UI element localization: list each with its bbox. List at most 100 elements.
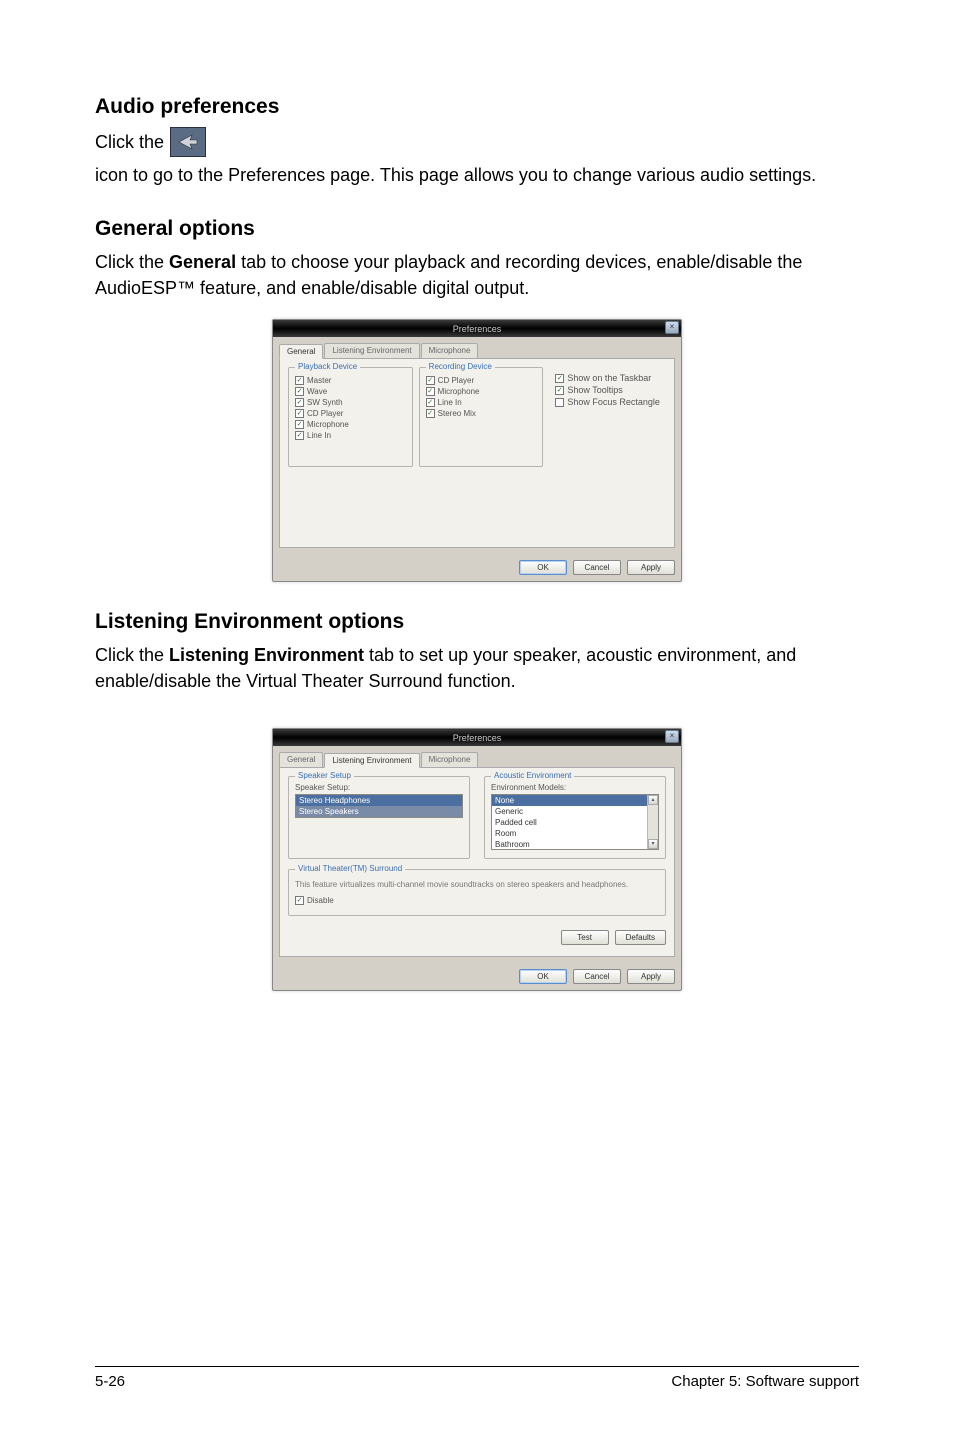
checkbox-icon[interactable]: ✓ (295, 398, 304, 407)
cancel-button[interactable]: Cancel (573, 560, 621, 575)
tab-microphone[interactable]: Microphone (421, 343, 479, 358)
speaker-setup-list[interactable]: Stereo Headphones Stereo Speakers (295, 794, 463, 818)
checkbox-icon[interactable]: ✓ (295, 896, 304, 905)
dialog-button-row: OK Cancel Apply (273, 554, 681, 581)
dialog-title-bar: Preferences × (273, 320, 681, 337)
playback-opt[interactable]: ✓Line In (295, 431, 406, 440)
checkbox-icon[interactable]: ✓ (295, 409, 304, 418)
scrollbar[interactable]: ▴ ▾ (647, 795, 658, 849)
playback-opt[interactable]: ✓Master (295, 376, 406, 385)
opt-label: Show Tooltips (567, 385, 622, 395)
tab-strip: General Listening Environment Microphone (279, 343, 675, 359)
list-item[interactable]: None (492, 795, 658, 806)
listening-env-section: Listening Environment options Click the … (95, 610, 859, 991)
audio-prefs-heading: Audio preferences (95, 95, 859, 119)
playback-opt[interactable]: ✓SW Synth (295, 398, 406, 407)
list-item[interactable]: Stereo Speakers (296, 806, 462, 817)
ok-button[interactable]: OK (519, 560, 567, 575)
checkbox-icon[interactable]: ✓ (426, 398, 435, 407)
close-icon[interactable]: × (665, 730, 679, 743)
acoustic-env-group: Acoustic Environment Environment Models:… (484, 776, 666, 859)
checkbox-icon[interactable]: ✓ (426, 409, 435, 418)
checkbox-icon[interactable]: ✓ (295, 387, 304, 396)
recording-opt[interactable]: ✓Line In (426, 398, 537, 407)
preferences-dialog-general: Preferences × General Listening Environm… (272, 319, 682, 582)
opt-label: Microphone (438, 387, 480, 396)
playback-opt[interactable]: ✓Microphone (295, 420, 406, 429)
preferences-dialog-listening: Preferences × General Listening Environm… (272, 728, 682, 991)
opt-label: Microphone (307, 420, 349, 429)
list-item[interactable]: Room (492, 828, 658, 839)
apply-button[interactable]: Apply (627, 560, 675, 575)
general-heading: General options (95, 217, 859, 241)
chapter-label: Chapter 5: Software support (671, 1373, 859, 1390)
checkbox-icon[interactable]: ✓ (426, 376, 435, 385)
test-defaults-row: Test Defaults (288, 930, 666, 945)
checkbox-icon[interactable]: ✓ (295, 431, 304, 440)
general-body-pre: Click the (95, 252, 169, 272)
env-models-label: Environment Models: (491, 783, 659, 792)
page-number: 5-26 (95, 1373, 125, 1390)
playback-opt[interactable]: ✓Wave (295, 387, 406, 396)
tab-general[interactable]: General (279, 344, 323, 359)
opt-label: SW Synth (307, 398, 343, 407)
show-taskbar-opt[interactable]: ✓Show on the Taskbar (555, 373, 666, 383)
audio-prefs-text-post: icon to go to the Preferences page. This… (95, 161, 816, 189)
tab-general[interactable]: General (279, 752, 323, 767)
tab-pane-listening: Speaker Setup Speaker Setup: Stereo Head… (279, 767, 675, 957)
env-models-list[interactable]: None Generic Padded cell Room Bathroom ▴… (491, 794, 659, 850)
tab-listening[interactable]: Listening Environment (324, 343, 419, 358)
opt-label: Disable (307, 896, 334, 905)
dialog-body: General Listening Environment Microphone… (273, 337, 681, 554)
tab-listening[interactable]: Listening Environment (324, 753, 419, 768)
test-button[interactable]: Test (561, 930, 609, 945)
tab-microphone[interactable]: Microphone (421, 752, 479, 767)
show-tooltips-opt[interactable]: ✓Show Tooltips (555, 385, 666, 395)
defaults-button[interactable]: Defaults (615, 930, 666, 945)
listening-body-bold: Listening Environment (169, 645, 364, 665)
checkbox-icon[interactable]: ✓ (295, 420, 304, 429)
checkbox-icon[interactable]: ✓ (426, 387, 435, 396)
recording-opt[interactable]: ✓CD Player (426, 376, 537, 385)
list-item[interactable]: Stereo Headphones (296, 795, 462, 806)
recording-opt[interactable]: ✓Microphone (426, 387, 537, 396)
general-body-bold: General (169, 252, 236, 272)
speaker-setup-legend: Speaker Setup (295, 771, 354, 780)
opt-label: CD Player (438, 376, 474, 385)
opt-label: Line In (307, 431, 331, 440)
listening-heading: Listening Environment options (95, 610, 859, 634)
opt-label: Wave (307, 387, 327, 396)
ok-button[interactable]: OK (519, 969, 567, 984)
playback-opt[interactable]: ✓CD Player (295, 409, 406, 418)
recording-legend: Recording Device (426, 362, 495, 371)
playback-device-group: Playback Device ✓Master ✓Wave ✓SW Synth … (288, 367, 413, 467)
list-item[interactable]: Generic (492, 806, 658, 817)
list-item[interactable]: Padded cell (492, 817, 658, 828)
opt-label: CD Player (307, 409, 343, 418)
apply-button[interactable]: Apply (627, 969, 675, 984)
scroll-down-icon[interactable]: ▾ (648, 839, 658, 849)
tab-pane-general: Playback Device ✓Master ✓Wave ✓SW Synth … (279, 358, 675, 548)
checkbox-icon[interactable] (555, 398, 564, 407)
speaker-setup-group: Speaker Setup Speaker Setup: Stereo Head… (288, 776, 470, 859)
scroll-up-icon[interactable]: ▴ (648, 795, 658, 805)
page-footer: 5-26 Chapter 5: Software support (95, 1366, 859, 1390)
checkbox-icon[interactable]: ✓ (555, 386, 564, 395)
checkbox-icon[interactable]: ✓ (555, 374, 564, 383)
recording-opt[interactable]: ✓Stereo Mix (426, 409, 537, 418)
show-focus-opt[interactable]: Show Focus Rectangle (555, 397, 666, 407)
virtual-theater-group: Virtual Theater(TM) Surround This featur… (288, 869, 666, 916)
checkbox-icon[interactable]: ✓ (295, 376, 304, 385)
cancel-button[interactable]: Cancel (573, 969, 621, 984)
dialog-button-row: OK Cancel Apply (273, 963, 681, 990)
dialog-title: Preferences (453, 324, 502, 334)
right-options: ✓Show on the Taskbar ✓Show Tooltips Show… (549, 367, 666, 467)
list-item[interactable]: Bathroom (492, 839, 658, 850)
opt-label: Show on the Taskbar (567, 373, 651, 383)
close-icon[interactable]: × (665, 321, 679, 334)
vt-disable-opt[interactable]: ✓ Disable (295, 896, 659, 905)
speaker-setup-label: Speaker Setup: (295, 783, 463, 792)
dialog-title-bar: Preferences × (273, 729, 681, 746)
recording-device-group: Recording Device ✓CD Player ✓Microphone … (419, 367, 544, 467)
listening-body-pre: Click the (95, 645, 169, 665)
